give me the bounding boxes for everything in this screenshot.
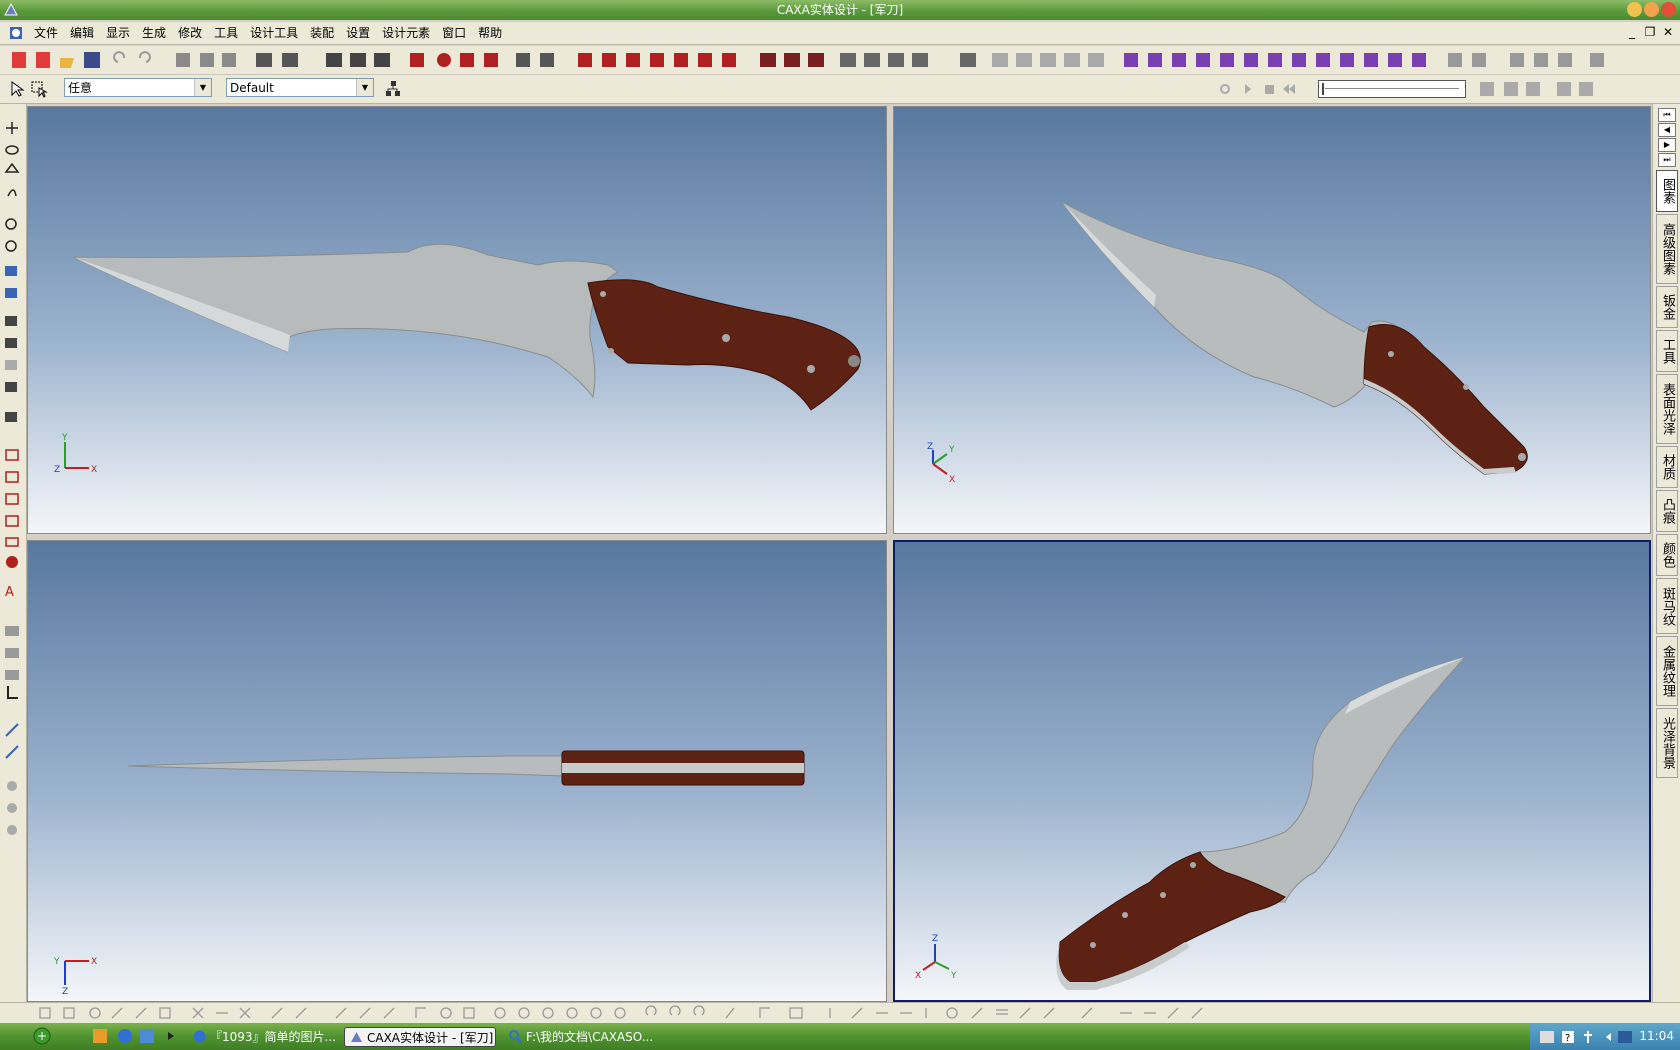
slider-handle[interactable] — [1322, 83, 1324, 95]
svg-text:Z: Z — [927, 442, 933, 452]
svg-text:X: X — [91, 465, 97, 475]
minimize-button[interactable] — [1627, 2, 1642, 17]
maximize-button[interactable] — [1644, 2, 1659, 17]
sketch-toolbar-icons[interactable] — [0, 1003, 1680, 1023]
viewport-bottom-right[interactable]: Z X Y — [893, 540, 1651, 1002]
tab-emboss[interactable]: 凸痕 — [1656, 490, 1678, 532]
menu-window[interactable]: 窗口 — [436, 22, 472, 44]
animation-controls[interactable] — [1210, 75, 1310, 103]
app-icon — [4, 2, 18, 16]
tab-zebra[interactable]: 斑马纹 — [1656, 578, 1678, 634]
menu-tools[interactable]: 工具 — [208, 22, 244, 44]
svg-text:Z: Z — [54, 465, 60, 475]
filter-dropdown-arrow[interactable]: ▼ — [194, 79, 211, 96]
svg-text:A: A — [5, 585, 14, 600]
axis-triad-top-left: Y Z X — [54, 433, 97, 475]
taskbar-item-explorer[interactable]: F:\我的文档\CAXASO... — [504, 1027, 654, 1047]
left-toolbar-icons[interactable]: A — [0, 104, 26, 1004]
viewport-bottom-left[interactable]: Y X Z — [27, 540, 887, 1002]
tray-icons[interactable]: ? — [1538, 1028, 1638, 1046]
filter-select[interactable]: 任意 ▼ — [64, 78, 212, 97]
menu-settings[interactable]: 设置 — [340, 22, 376, 44]
tab-gloss-background[interactable]: 光泽背景 — [1656, 708, 1678, 778]
menu-generate[interactable]: 生成 — [136, 22, 172, 44]
svg-text:Y: Y — [61, 433, 68, 443]
menu-display[interactable]: 显示 — [100, 22, 136, 44]
tab-primitives[interactable]: 图素 — [1656, 170, 1678, 212]
menu-bar: 文件 编辑 显示 生成 修改 工具 设计工具 装配 设置 设计元素 窗口 帮助 … — [0, 22, 1680, 45]
start-icon[interactable] — [33, 1027, 51, 1045]
svg-text:Y: Y — [53, 957, 60, 967]
hierarchy-icon[interactable] — [384, 80, 402, 98]
menu-file[interactable]: 文件 — [28, 22, 64, 44]
tab-sheet-metal[interactable]: 钣金 — [1656, 286, 1678, 328]
svg-text:Y: Y — [950, 971, 957, 981]
animation-tools[interactable] — [1475, 75, 1595, 103]
svg-text:Z: Z — [62, 987, 68, 996]
axis-triad-top-right: Z Y X — [927, 442, 955, 485]
tab-surface-gloss[interactable]: 表面光泽 — [1656, 374, 1678, 444]
system-tray: ? 11:04 — [1530, 1023, 1680, 1050]
axis-triad-bottom-right: Z X Y — [915, 934, 957, 981]
last-tab-icon[interactable]: ⏭ — [1658, 153, 1676, 167]
search-folder-icon — [509, 1030, 522, 1043]
knife-model-top-view — [127, 750, 805, 786]
next-tab-icon[interactable]: ▶ — [1658, 138, 1676, 152]
tab-advanced-primitives[interactable]: 高级图素 — [1656, 214, 1678, 284]
doc-minimize-button[interactable]: _ — [1624, 25, 1640, 40]
main-toolbar-icons — [12, 51, 1604, 68]
quick-launch-icons[interactable] — [88, 1027, 188, 1047]
viewport-top-right[interactable]: Z Y X — [893, 106, 1651, 534]
svg-text:X: X — [915, 971, 921, 981]
animation-slider[interactable] — [1318, 80, 1466, 98]
knife-model-perspective-view — [1056, 656, 1467, 990]
tab-nav-arrows[interactable]: ⏮ ◀ ▶ ⏭ — [1658, 108, 1676, 168]
design-element-tabs: ⏮ ◀ ▶ ⏭ 图素 高级图素 钣金 工具 表面光泽 材质 凸痕 颜色 斑马纹 … — [1652, 104, 1680, 1004]
main-toolbar — [0, 46, 1680, 75]
menu-design-tools[interactable]: 设计工具 — [244, 22, 304, 44]
taskbar-item-image-browser[interactable]: 『1093』简单的图片... — [188, 1027, 336, 1047]
tab-tools[interactable]: 工具 — [1656, 330, 1678, 372]
ie-icon — [193, 1030, 206, 1043]
tab-color[interactable]: 颜色 — [1656, 534, 1678, 576]
close-button[interactable] — [1661, 2, 1676, 17]
viewport-splitter-horizontal[interactable] — [27, 534, 1651, 540]
style-dropdown-arrow[interactable]: ▼ — [356, 79, 373, 96]
menu-help[interactable]: 帮助 — [472, 22, 508, 44]
sketch-toolbar — [0, 1002, 1680, 1023]
os-taskbar: 『1093』简单的图片... CAXA实体设计 - [军刀] F:\我的文档\C… — [0, 1023, 1680, 1050]
svg-text:?: ? — [1565, 1033, 1570, 1044]
title-bar: CAXA实体设计 - [军刀] — [0, 0, 1680, 20]
svg-text:Z: Z — [932, 934, 938, 944]
svg-text:X: X — [949, 475, 955, 485]
left-toolbar: A — [0, 104, 27, 1004]
tab-metal-texture[interactable]: 金属纹理 — [1656, 636, 1678, 706]
style-select[interactable]: Default ▼ — [226, 78, 374, 97]
caxa-icon — [351, 1032, 362, 1042]
window-title: CAXA实体设计 - [军刀] — [776, 3, 904, 17]
select-arrow-icon[interactable] — [8, 80, 26, 98]
menu-assembly[interactable]: 装配 — [304, 22, 340, 44]
selection-toolbar: 任意 ▼ Default ▼ — [0, 75, 1680, 104]
viewport-top-left[interactable]: Y Z X — [27, 106, 887, 534]
axis-triad-bottom-left: Y X Z — [53, 957, 97, 996]
svg-text:X: X — [91, 957, 97, 967]
menu-modify[interactable]: 修改 — [172, 22, 208, 44]
viewport-splitter-vertical[interactable] — [887, 106, 893, 1002]
knife-model-iso-view — [1061, 201, 1528, 475]
taskbar-item-caxa[interactable]: CAXA实体设计 - [军刀] — [344, 1027, 496, 1047]
doc-close-button[interactable]: ✕ — [1660, 25, 1676, 40]
first-tab-icon[interactable]: ⏮ — [1658, 108, 1676, 122]
prev-tab-icon[interactable]: ◀ — [1658, 123, 1676, 137]
menu-design-elements[interactable]: 设计元素 — [376, 22, 436, 44]
doc-restore-button[interactable]: ❐ — [1642, 25, 1658, 40]
tab-material[interactable]: 材质 — [1656, 446, 1678, 488]
clock: 11:04 — [1639, 1029, 1674, 1043]
knife-model-side-view — [72, 243, 861, 411]
select-box-icon[interactable] — [30, 80, 48, 98]
document-icon[interactable] — [8, 25, 24, 41]
menu-edit[interactable]: 编辑 — [64, 22, 100, 44]
svg-text:Y: Y — [948, 445, 955, 455]
